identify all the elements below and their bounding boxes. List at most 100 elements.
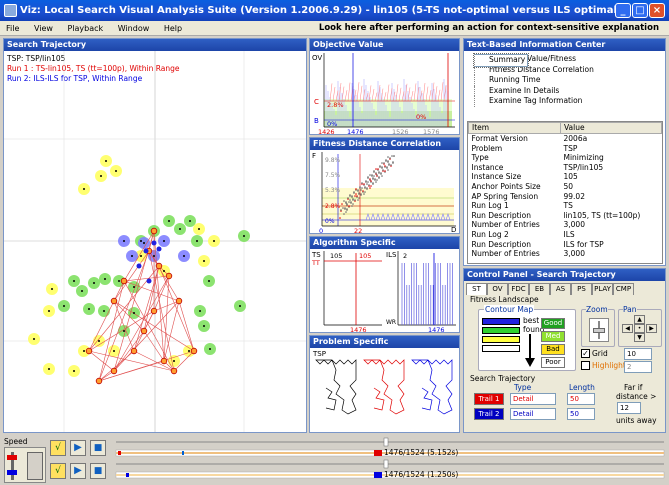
grid-spin[interactable]: 10	[624, 348, 652, 360]
tree-examine-details[interactable]: Examine In Details	[474, 85, 664, 96]
trail1-button[interactable]: Trail 1	[474, 393, 504, 405]
arrow-down-icon	[525, 334, 535, 367]
contour-swatch-good[interactable]	[482, 327, 520, 334]
run1-play-icon[interactable]: ▶	[70, 440, 86, 456]
minimize-button[interactable]: _	[615, 3, 631, 18]
info-row[interactable]: AP Spring Tension 99.02	[469, 192, 662, 202]
tab-st[interactable]: ST	[466, 283, 487, 295]
menu-window[interactable]: Window	[112, 21, 156, 36]
tab-as[interactable]: AS	[550, 283, 571, 295]
contour-swatch-med[interactable]	[482, 336, 520, 343]
zoom-group: Zoom	[581, 305, 615, 347]
ov-axis-label: OV	[312, 54, 322, 62]
info-row[interactable]: Run Description ILS for TSP	[469, 240, 662, 250]
objective-value-chart[interactable]: OV C B 2.8% 0% 0% 1426 1476 1526 1576	[310, 51, 459, 134]
pan-left-button[interactable]: ◀	[622, 324, 633, 333]
run2-timeline-thumb[interactable]	[383, 459, 389, 469]
info-row[interactable]: Problem TSP	[469, 144, 662, 154]
info-item: Run Description	[471, 239, 531, 249]
best-label: best	[523, 316, 540, 325]
trail2-button[interactable]: Trail 2	[474, 408, 504, 420]
fdc-chart[interactable]: F 9.8% 7.5% 5.3% 2.8% 0% 0 22 D	[310, 150, 459, 233]
tab-eb[interactable]: EB	[529, 283, 550, 295]
info-row[interactable]: Instance TSP/lin105	[469, 163, 662, 173]
info-row[interactable]: Number of Entries 3,000	[469, 220, 662, 230]
close-button[interactable]: ×	[649, 3, 665, 18]
as-wr-label: WR	[386, 319, 396, 326]
menu-help[interactable]: Help	[158, 21, 188, 36]
run1-step-button[interactable]: √	[50, 440, 66, 456]
col-item[interactable]: Item	[468, 122, 561, 134]
info-row[interactable]: Type Minimizing	[469, 153, 662, 163]
trajectory-canvas[interactable]	[4, 51, 306, 432]
maximize-button[interactable]: □	[632, 3, 648, 18]
contour-swatch-poor[interactable]	[482, 345, 520, 352]
algorithm-specific-panel: Algorithm Specific TS TT 105 105 1476 IL…	[309, 236, 460, 333]
run2-step-button[interactable]: √	[50, 463, 66, 479]
as-tt-label: TT	[311, 259, 320, 267]
ov-pct-b: 0%	[327, 120, 337, 128]
info-row[interactable]: Instance Size 105	[469, 172, 662, 182]
run2-stop-icon[interactable]: ■	[90, 463, 106, 479]
fdc-ytick-4: 0%	[325, 218, 335, 225]
zoom-thumb[interactable]	[593, 328, 605, 333]
bad-button[interactable]: Bad	[541, 344, 565, 355]
highlight-spin[interactable]: 2	[624, 361, 652, 373]
info-row[interactable]: Anchor Points Size 50	[469, 182, 662, 192]
tree-running-time[interactable]: Running Time	[474, 75, 664, 86]
tree-summary[interactable]: Summary	[472, 53, 530, 68]
grid-checkbox[interactable]: ✓	[581, 349, 590, 358]
info-table: Item Value Format Version 2006a Problem TSP…	[468, 122, 662, 259]
info-row[interactable]: Run Log 2 ILS	[469, 230, 662, 240]
trail1-length-spin[interactable]: 50	[567, 393, 595, 405]
pan-down-button[interactable]: ▼	[634, 333, 645, 342]
info-item: Run Log 2	[471, 229, 509, 239]
timeline-tracks[interactable]: 1476/1524 (5.152s) 1476/1524 (1.250s)	[112, 437, 668, 483]
highlight-checkbox[interactable]	[581, 361, 590, 370]
units-away-label: units away	[616, 416, 657, 425]
run1-stop-icon[interactable]: ■	[90, 440, 106, 456]
tab-ps[interactable]: PS	[571, 283, 592, 295]
ov-xtick-1: 1476	[347, 128, 364, 134]
trail2-type-select[interactable]: Detail	[510, 408, 556, 420]
info-row[interactable]: Number of Entries 3,000	[469, 249, 662, 259]
tab-fdc[interactable]: FDC	[508, 283, 529, 295]
pan-center-button[interactable]: •	[634, 324, 645, 333]
contour-swatch-best[interactable]	[482, 318, 520, 325]
poor-button[interactable]: Poor	[541, 357, 565, 368]
zoom-slider[interactable]	[589, 318, 609, 342]
trail1-type-select[interactable]: Detail	[510, 393, 556, 405]
fdc-ytick-3: 2.8%	[325, 203, 341, 210]
med-button[interactable]: Med	[541, 331, 565, 342]
info-value: TSP/lin105	[563, 162, 604, 172]
tab-cmp[interactable]: CMP	[613, 283, 634, 295]
pan-right-button[interactable]: ▶	[646, 324, 657, 333]
far-distance-spin[interactable]: 12	[617, 402, 641, 414]
control-panel: Control Panel - Search Trajectory ST OV FD…	[463, 268, 666, 433]
grid-label: Grid	[592, 349, 608, 358]
info-row[interactable]: Format Version 2006a	[469, 134, 662, 144]
good-button[interactable]: Good	[541, 318, 565, 329]
col-value[interactable]: Value	[560, 122, 662, 134]
run2-play-icon[interactable]: ▶	[70, 463, 86, 479]
menu-view[interactable]: View	[28, 21, 59, 36]
info-item: Anchor Points Size	[471, 181, 541, 191]
pan-group: Pan ▲ ◀ • ▶ ▼	[618, 305, 662, 347]
menu-playback[interactable]: Playback	[61, 21, 109, 36]
pan-up-button[interactable]: ▲	[634, 315, 645, 324]
algorithm-specific-chart[interactable]: TS TT 105 105 1476 ILS 2 WR 1476	[310, 249, 459, 332]
tour-drawings[interactable]: TSP	[310, 348, 459, 432]
tree-examine-tags[interactable]: Examine Tag Information	[474, 96, 664, 107]
speed-slider[interactable]	[4, 447, 46, 483]
info-row[interactable]: Run Description lin105, TS (tt=100p)	[469, 211, 662, 221]
tab-play[interactable]: PLAY	[592, 283, 613, 295]
trail2-length-spin[interactable]: 50	[567, 408, 595, 420]
info-center-panel: Text-Based Information Center Summary Ob…	[463, 38, 666, 266]
menu-file[interactable]: File	[0, 21, 25, 36]
run1-timeline-thumb[interactable]	[383, 437, 389, 447]
info-item: Type	[471, 153, 489, 163]
as-ts-value2: 105	[359, 252, 371, 260]
fdc-xtick-0: 0	[319, 227, 323, 233]
tab-ov[interactable]: OV	[487, 283, 508, 295]
info-row[interactable]: Run Log 1 TS	[469, 201, 662, 211]
